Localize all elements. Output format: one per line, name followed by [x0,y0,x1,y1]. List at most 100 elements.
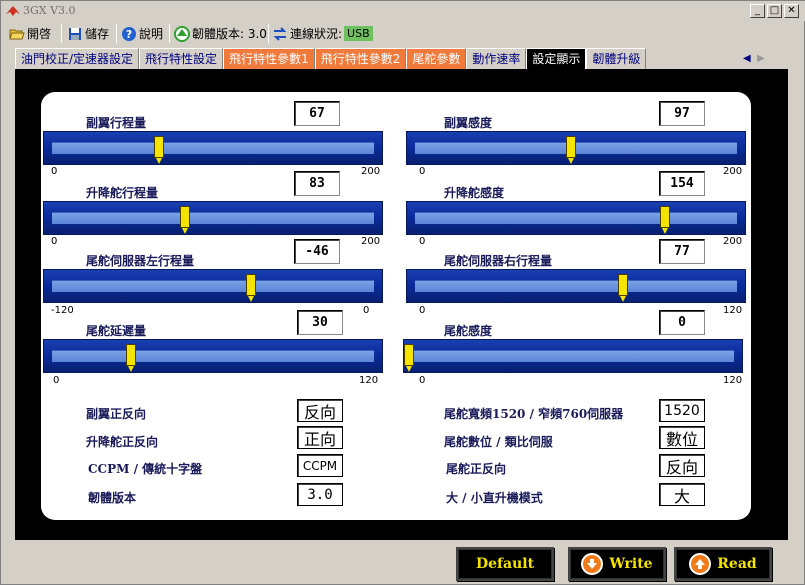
firmware-version-indicator: 韌體版本: 3.0 [174,23,267,44]
slider-max: 200 [361,166,381,177]
slider-thumb[interactable] [404,344,414,372]
aileron-travel-slider[interactable] [43,131,383,165]
slider-label: 升降舵行程量 [86,186,159,200]
folder-open-icon [9,26,25,42]
slider-label: 升降舵感度 [444,186,505,200]
slider-thumb[interactable] [126,344,136,372]
slider-label: 副翼感度 [444,116,493,130]
tail-servo-left-travel-slider[interactable] [43,269,383,303]
tab-action-rate[interactable]: 動作速率 [466,48,527,69]
tab-settings-display[interactable]: 設定顯示 [526,48,587,69]
tail-servo-frequency-value: 1520 [659,399,705,422]
tab-firmware-upgrade[interactable]: 韌體升級 [586,48,647,69]
tab-scroll-right-icon[interactable]: ▶ [757,53,765,64]
slider-track [52,142,374,154]
slider-thumb[interactable] [246,274,256,302]
tail-gain-slider[interactable] [403,339,743,373]
tail-servo-type-value: 數位 [659,426,705,449]
slider-thumb[interactable] [154,136,164,164]
svg-text:?: ? [126,28,132,41]
slider-min: 0 [419,305,426,316]
default-label: Default [475,556,535,572]
tail-servo-right-travel-slider[interactable] [406,269,746,303]
slider-min: 0 [51,166,58,177]
slider-track [415,142,737,154]
slider-track [415,280,737,292]
slider-max: 120 [359,375,379,386]
slider-label: 尾舵伺服器右行程量 [444,254,553,268]
setting-label: 升降舵正反向 [86,435,159,449]
tab-flight-params-2[interactable]: 飛行特性參數2 [314,48,407,69]
elevator-travel-slider[interactable] [43,201,383,235]
open-label: 開啓 [27,27,52,41]
save-button[interactable]: 儲存 [67,23,109,44]
slider-min: -120 [51,305,74,316]
slider-min: 0 [419,375,426,386]
read-button[interactable]: Read [674,547,772,581]
save-disk-icon [67,26,83,42]
write-button[interactable]: Write [568,547,666,581]
app-logo-icon [6,6,20,16]
help-button[interactable]: ? 說明 [121,23,163,44]
slider-track [412,350,734,362]
connection-arrows-icon [272,26,288,42]
slider-track [52,212,374,224]
tail-delay-slider[interactable] [43,339,383,373]
slider-max: 0 [363,305,370,316]
toolbar-separator [268,24,269,43]
minimize-button[interactable]: _ [750,4,765,18]
connection-value-badge: USB [344,26,373,41]
slider-value: 67 [294,101,340,126]
help-label: 說明 [139,27,164,41]
slider-label: 尾舵伺服器左行程量 [86,254,195,268]
tab-tail-params[interactable]: 尾舵參數 [406,48,467,69]
read-label: Read [717,556,757,572]
tab-flight-params-1[interactable]: 飛行特性參數1 [223,48,315,69]
slider-min: 0 [53,375,60,386]
connection-status: 連線狀況: USB [272,23,373,44]
save-label: 儲存 [85,27,110,41]
maximize-button[interactable]: □ [767,4,782,18]
slider-value: 154 [659,171,705,196]
close-button[interactable]: ✕ [784,4,799,18]
tail-direction-value: 反向 [659,454,705,477]
setting-label: 副翼正反向 [86,407,147,421]
toolbar-separator [116,24,117,43]
window-title: 3GX V3.0 [23,4,76,17]
tab-scroll-left-icon[interactable]: ◀ [743,53,751,64]
heli-size-mode-value: 大 [659,483,705,506]
slider-thumb[interactable] [618,274,628,302]
swashplate-type-value: CCPM [297,454,343,477]
slider-thumb[interactable] [180,206,190,234]
aileron-gain-slider[interactable] [406,131,746,165]
firmware-version-value: 3.0 [297,483,343,506]
tab-bar: 油門校正/定速器設定 飛行特性設定 飛行特性參數1 飛行特性參數2 尾舵參數 動… [15,48,647,69]
connection-label: 連線狀況: [290,27,343,41]
tab-scroll-arrows: ◀ ▶ [743,53,765,64]
slider-thumb[interactable] [660,206,670,234]
slider-value: 97 [659,101,705,126]
slider-thumb[interactable] [566,136,576,164]
elevator-direction-value: 正向 [297,426,343,449]
app-window: 3GX V3.0 _ □ ✕ 開啓 儲存 ? 說明 韌體版本: 3.0 連線狀況… [0,0,805,585]
slider-min: 0 [51,236,58,247]
slider-track [415,212,737,224]
toolbar-separator [169,24,170,43]
slider-max: 120 [723,305,743,316]
setting-label: 尾舵寬頻1520 / 窄頻760伺服器 [444,407,624,421]
tab-throttle-governor[interactable]: 油門校正/定速器設定 [15,48,140,69]
toolbar: 開啓 儲存 ? 說明 韌體版本: 3.0 連線狀況: USB [1,22,805,45]
tab-flight-characteristics[interactable]: 飛行特性設定 [139,48,224,69]
setting-label: CCPM / 傳統十字盤 [88,462,203,476]
setting-label: 大 / 小直升機模式 [446,491,543,505]
slider-min: 0 [419,236,426,247]
setting-label: 韌體版本 [88,491,137,505]
default-button[interactable]: Default [456,547,554,581]
open-button[interactable]: 開啓 [9,23,51,44]
help-icon: ? [121,26,137,42]
elevator-gain-slider[interactable] [406,201,746,235]
slider-max: 120 [723,375,743,386]
firmware-arrow-icon [174,25,190,42]
slider-label: 尾舵感度 [444,324,493,338]
slider-min: 0 [419,166,426,177]
